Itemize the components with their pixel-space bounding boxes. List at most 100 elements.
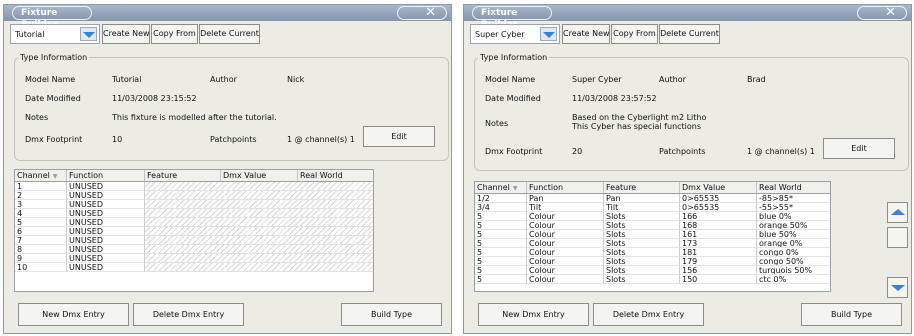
- delete-current-button[interactable]: Delete Current: [659, 24, 720, 44]
- cell-real-world: congo 0%: [757, 248, 830, 257]
- delete-current-button[interactable]: Delete Current: [199, 24, 260, 44]
- close-button[interactable]: ✕: [857, 5, 907, 20]
- table-row[interactable]: 3 UNUSED: [15, 200, 373, 209]
- new-dmx-entry-button[interactable]: New Dmx Entry: [478, 303, 589, 326]
- fixture-select[interactable]: Super Cyber: [470, 24, 560, 44]
- cell-function: UNUSED: [67, 218, 145, 227]
- cell-function: UNUSED: [67, 254, 145, 263]
- cell-function: UNUSED: [67, 236, 145, 245]
- create-new-button[interactable]: Create New: [102, 24, 150, 44]
- cell-channel: 7: [15, 236, 67, 245]
- cell-channel: 5: [475, 230, 527, 239]
- cell-real-world: turquois 50%: [757, 266, 830, 275]
- table-header: Channel ▼ Function Feature Dmx Value Real…: [475, 182, 830, 194]
- cell-unused-hatch: [145, 263, 373, 272]
- delete-dmx-entry-button[interactable]: Delete Dmx Entry: [133, 303, 244, 326]
- table-row[interactable]: 5 Colour Slots 150 ctc 0%: [475, 275, 830, 284]
- table-row[interactable]: 6 UNUSED: [15, 227, 373, 236]
- header-real-world[interactable]: Real World: [757, 182, 830, 193]
- scroll-thumb[interactable]: [887, 227, 908, 248]
- table-row[interactable]: 1/2 Pan Pan 0>65535 -85>85*: [475, 194, 830, 203]
- cell-channel: 5: [475, 257, 527, 266]
- title-bar: Fixture Builder ✕: [4, 5, 451, 30]
- table-row[interactable]: 1 UNUSED: [15, 182, 373, 191]
- sort-icon: ▼: [512, 185, 518, 192]
- table-row[interactable]: 5 UNUSED: [15, 218, 373, 227]
- scroll-up-button[interactable]: [887, 202, 908, 223]
- cell-function: Colour: [527, 266, 604, 275]
- cell-dmx-value: 173: [680, 239, 757, 248]
- table-row[interactable]: 4 UNUSED: [15, 209, 373, 218]
- close-icon[interactable]: ✕: [425, 5, 436, 20]
- table-row[interactable]: 3/4 Tilt Tilt 0>65535 -55>55*: [475, 203, 830, 212]
- header-dmx-value[interactable]: Dmx Value: [680, 182, 757, 193]
- cell-channel: 6: [15, 227, 67, 236]
- notes-label: Notes: [25, 113, 49, 122]
- fixture-select[interactable]: Tutorial: [10, 24, 100, 44]
- copy-from-button[interactable]: Copy From: [151, 24, 198, 44]
- notes-label: Notes: [485, 119, 509, 128]
- scroll-down-button[interactable]: [887, 277, 908, 298]
- author-label: Author: [210, 75, 237, 84]
- cell-channel: 1: [15, 182, 67, 191]
- dmx-table[interactable]: Channel ▼ Function Feature Dmx Value Real…: [474, 181, 831, 292]
- cell-unused-hatch: [145, 191, 373, 200]
- cell-real-world: blue 50%: [757, 230, 830, 239]
- edit-button[interactable]: Edit: [823, 138, 895, 159]
- build-type-button[interactable]: Build Type: [801, 303, 902, 326]
- window-title: Fixture Builder: [12, 6, 92, 30]
- cell-channel: 5: [475, 275, 527, 284]
- cell-channel: 10: [15, 263, 67, 272]
- table-row[interactable]: 5 Colour Slots 168 orange 50%: [475, 221, 830, 230]
- cell-channel: 2: [15, 191, 67, 200]
- table-row[interactable]: 2 UNUSED: [15, 191, 373, 200]
- table-row[interactable]: 5 Colour Slots 173 orange 0%: [475, 239, 830, 248]
- header-function[interactable]: Function: [527, 182, 604, 193]
- cell-function: UNUSED: [67, 200, 145, 209]
- header-function[interactable]: Function: [67, 170, 145, 181]
- patchpoints-label: Patchpoints: [210, 135, 257, 144]
- title-bar: Fixture Builder ✕: [464, 5, 911, 30]
- close-button[interactable]: ✕: [397, 5, 447, 20]
- table-row[interactable]: 7 UNUSED: [15, 236, 373, 245]
- cell-channel: 5: [475, 221, 527, 230]
- cell-dmx-value: 166: [680, 212, 757, 221]
- build-type-button[interactable]: Build Type: [341, 303, 442, 326]
- chevron-down-icon[interactable]: [80, 27, 97, 41]
- new-dmx-entry-button[interactable]: New Dmx Entry: [18, 303, 129, 326]
- dmx-table[interactable]: Channel ▼ Function Feature Dmx Value Real…: [14, 169, 374, 292]
- cell-function: Colour: [527, 275, 604, 284]
- dmx-footprint-label: Dmx Footprint: [25, 135, 83, 144]
- chevron-down-icon[interactable]: [540, 27, 557, 41]
- table-row[interactable]: 10 UNUSED: [15, 263, 373, 272]
- table-row[interactable]: 5 Colour Slots 156 turquois 50%: [475, 266, 830, 275]
- table-row[interactable]: 9 UNUSED: [15, 254, 373, 263]
- table-row[interactable]: 5 Colour Slots 179 congo 50%: [475, 257, 830, 266]
- fixture-builder-window-left: Fixture Builder ✕ Tutorial Create New Co…: [3, 4, 452, 334]
- header-channel[interactable]: Channel ▼: [475, 182, 527, 193]
- fixture-builder-window-right: Fixture Builder ✕ Super Cyber Create New…: [463, 4, 912, 334]
- fixture-select-value: Super Cyber: [475, 30, 525, 39]
- cell-function: Colour: [527, 212, 604, 221]
- copy-from-button[interactable]: Copy From: [611, 24, 658, 44]
- cell-feature: Slots: [604, 239, 680, 248]
- type-information-title: Type Information: [478, 53, 550, 62]
- header-dmx-value[interactable]: Dmx Value: [221, 170, 298, 181]
- table-row[interactable]: 5 Colour Slots 161 blue 50%: [475, 230, 830, 239]
- header-channel[interactable]: Channel ▼: [15, 170, 67, 181]
- cell-channel: 8: [15, 245, 67, 254]
- cell-function: UNUSED: [67, 227, 145, 236]
- table-row[interactable]: 8 UNUSED: [15, 245, 373, 254]
- table-row[interactable]: 5 Colour Slots 181 congo 0%: [475, 248, 830, 257]
- table-row[interactable]: 5 Colour Slots 166 blue 0%: [475, 212, 830, 221]
- edit-button[interactable]: Edit: [363, 126, 435, 147]
- header-real-world[interactable]: Real World: [298, 170, 373, 181]
- cell-function: Pan: [527, 194, 604, 203]
- cell-unused-hatch: [145, 182, 373, 191]
- header-feature[interactable]: Feature: [604, 182, 680, 193]
- cell-dmx-value: 161: [680, 230, 757, 239]
- close-icon[interactable]: ✕: [885, 5, 896, 20]
- create-new-button[interactable]: Create New: [562, 24, 610, 44]
- delete-dmx-entry-button[interactable]: Delete Dmx Entry: [593, 303, 704, 326]
- header-feature[interactable]: Feature: [145, 170, 221, 181]
